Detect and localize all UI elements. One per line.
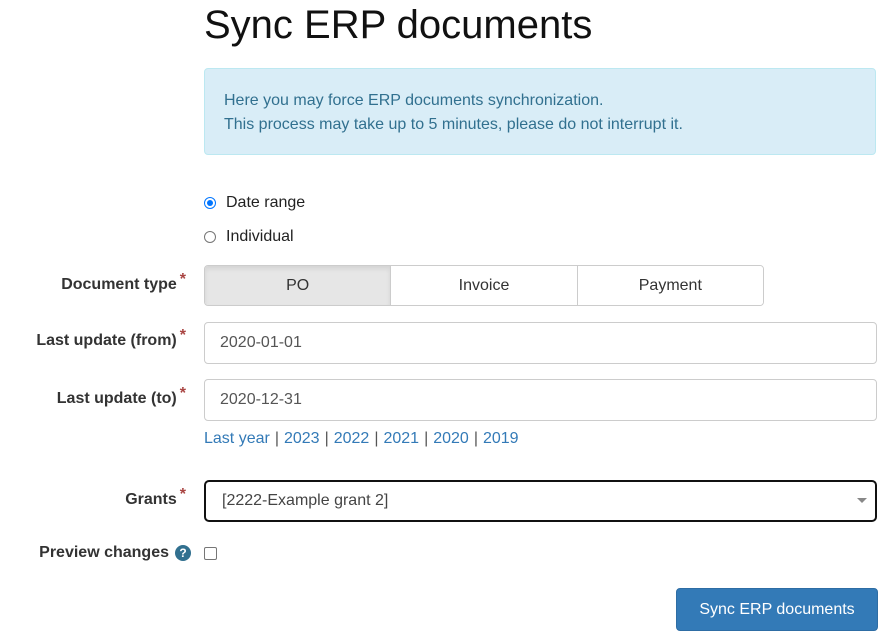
last-update-from-label: Last update (from) * [36, 327, 186, 349]
radio-date-range-input[interactable] [204, 197, 216, 209]
sync-erp-documents-button[interactable]: Sync ERP documents [676, 588, 878, 631]
document-type-payment-button[interactable]: Payment [576, 266, 763, 305]
last-update-from-input[interactable]: 2020-01-01 [204, 322, 877, 364]
separator: | [274, 430, 279, 447]
radio-individual-label: Individual [226, 228, 294, 245]
grants-select[interactable]: [2222-Example grant 2] [204, 480, 877, 522]
radio-individual[interactable]: Individual [204, 227, 294, 247]
chevron-down-icon [857, 498, 867, 503]
radio-date-range-label: Date range [226, 194, 306, 211]
required-marker: * [179, 271, 186, 288]
last-update-to-input[interactable]: 2020-12-31 [204, 379, 877, 421]
quick-range-links: Last year | 2023 | 2022 | 2021 | 2020 | 2019 [204, 430, 519, 448]
page-title: Sync ERP documents [204, 3, 593, 47]
alert-line-1: Here you may force ERP documents synchro… [224, 92, 604, 109]
required-marker: * [179, 385, 186, 402]
document-type-toggle: PO Invoice Payment [204, 265, 764, 306]
separator: | [324, 430, 329, 447]
grants-selected-value: [2222-Example grant 2] [222, 492, 389, 509]
quick-range-last-year-link[interactable]: Last year [204, 430, 270, 447]
document-type-po-button[interactable]: PO [205, 266, 391, 305]
quick-range-2021-link[interactable]: 2021 [383, 430, 419, 447]
separator: | [473, 430, 478, 447]
radio-date-range[interactable]: Date range [204, 193, 305, 213]
separator: | [424, 430, 429, 447]
grants-label: Grants * [125, 486, 186, 508]
required-marker: * [179, 486, 186, 503]
radio-individual-input[interactable] [204, 231, 216, 243]
required-marker: * [179, 327, 186, 344]
last-update-to-label: Last update (to) * [56, 385, 186, 407]
info-alert: Here you may force ERP documents synchro… [204, 68, 876, 155]
preview-changes-label: Preview changes? [39, 544, 191, 562]
quick-range-2023-link[interactable]: 2023 [284, 430, 320, 447]
preview-changes-checkbox[interactable] [204, 547, 217, 560]
separator: | [374, 430, 379, 447]
alert-line-2: This process may take up to 5 minutes, p… [224, 116, 683, 133]
question-circle-icon[interactable]: ? [175, 545, 191, 561]
quick-range-2019-link[interactable]: 2019 [483, 430, 519, 447]
quick-range-2020-link[interactable]: 2020 [433, 430, 469, 447]
document-type-invoice-button[interactable]: Invoice [390, 266, 577, 305]
document-type-label: Document type * [61, 271, 186, 293]
quick-range-2022-link[interactable]: 2022 [334, 430, 370, 447]
